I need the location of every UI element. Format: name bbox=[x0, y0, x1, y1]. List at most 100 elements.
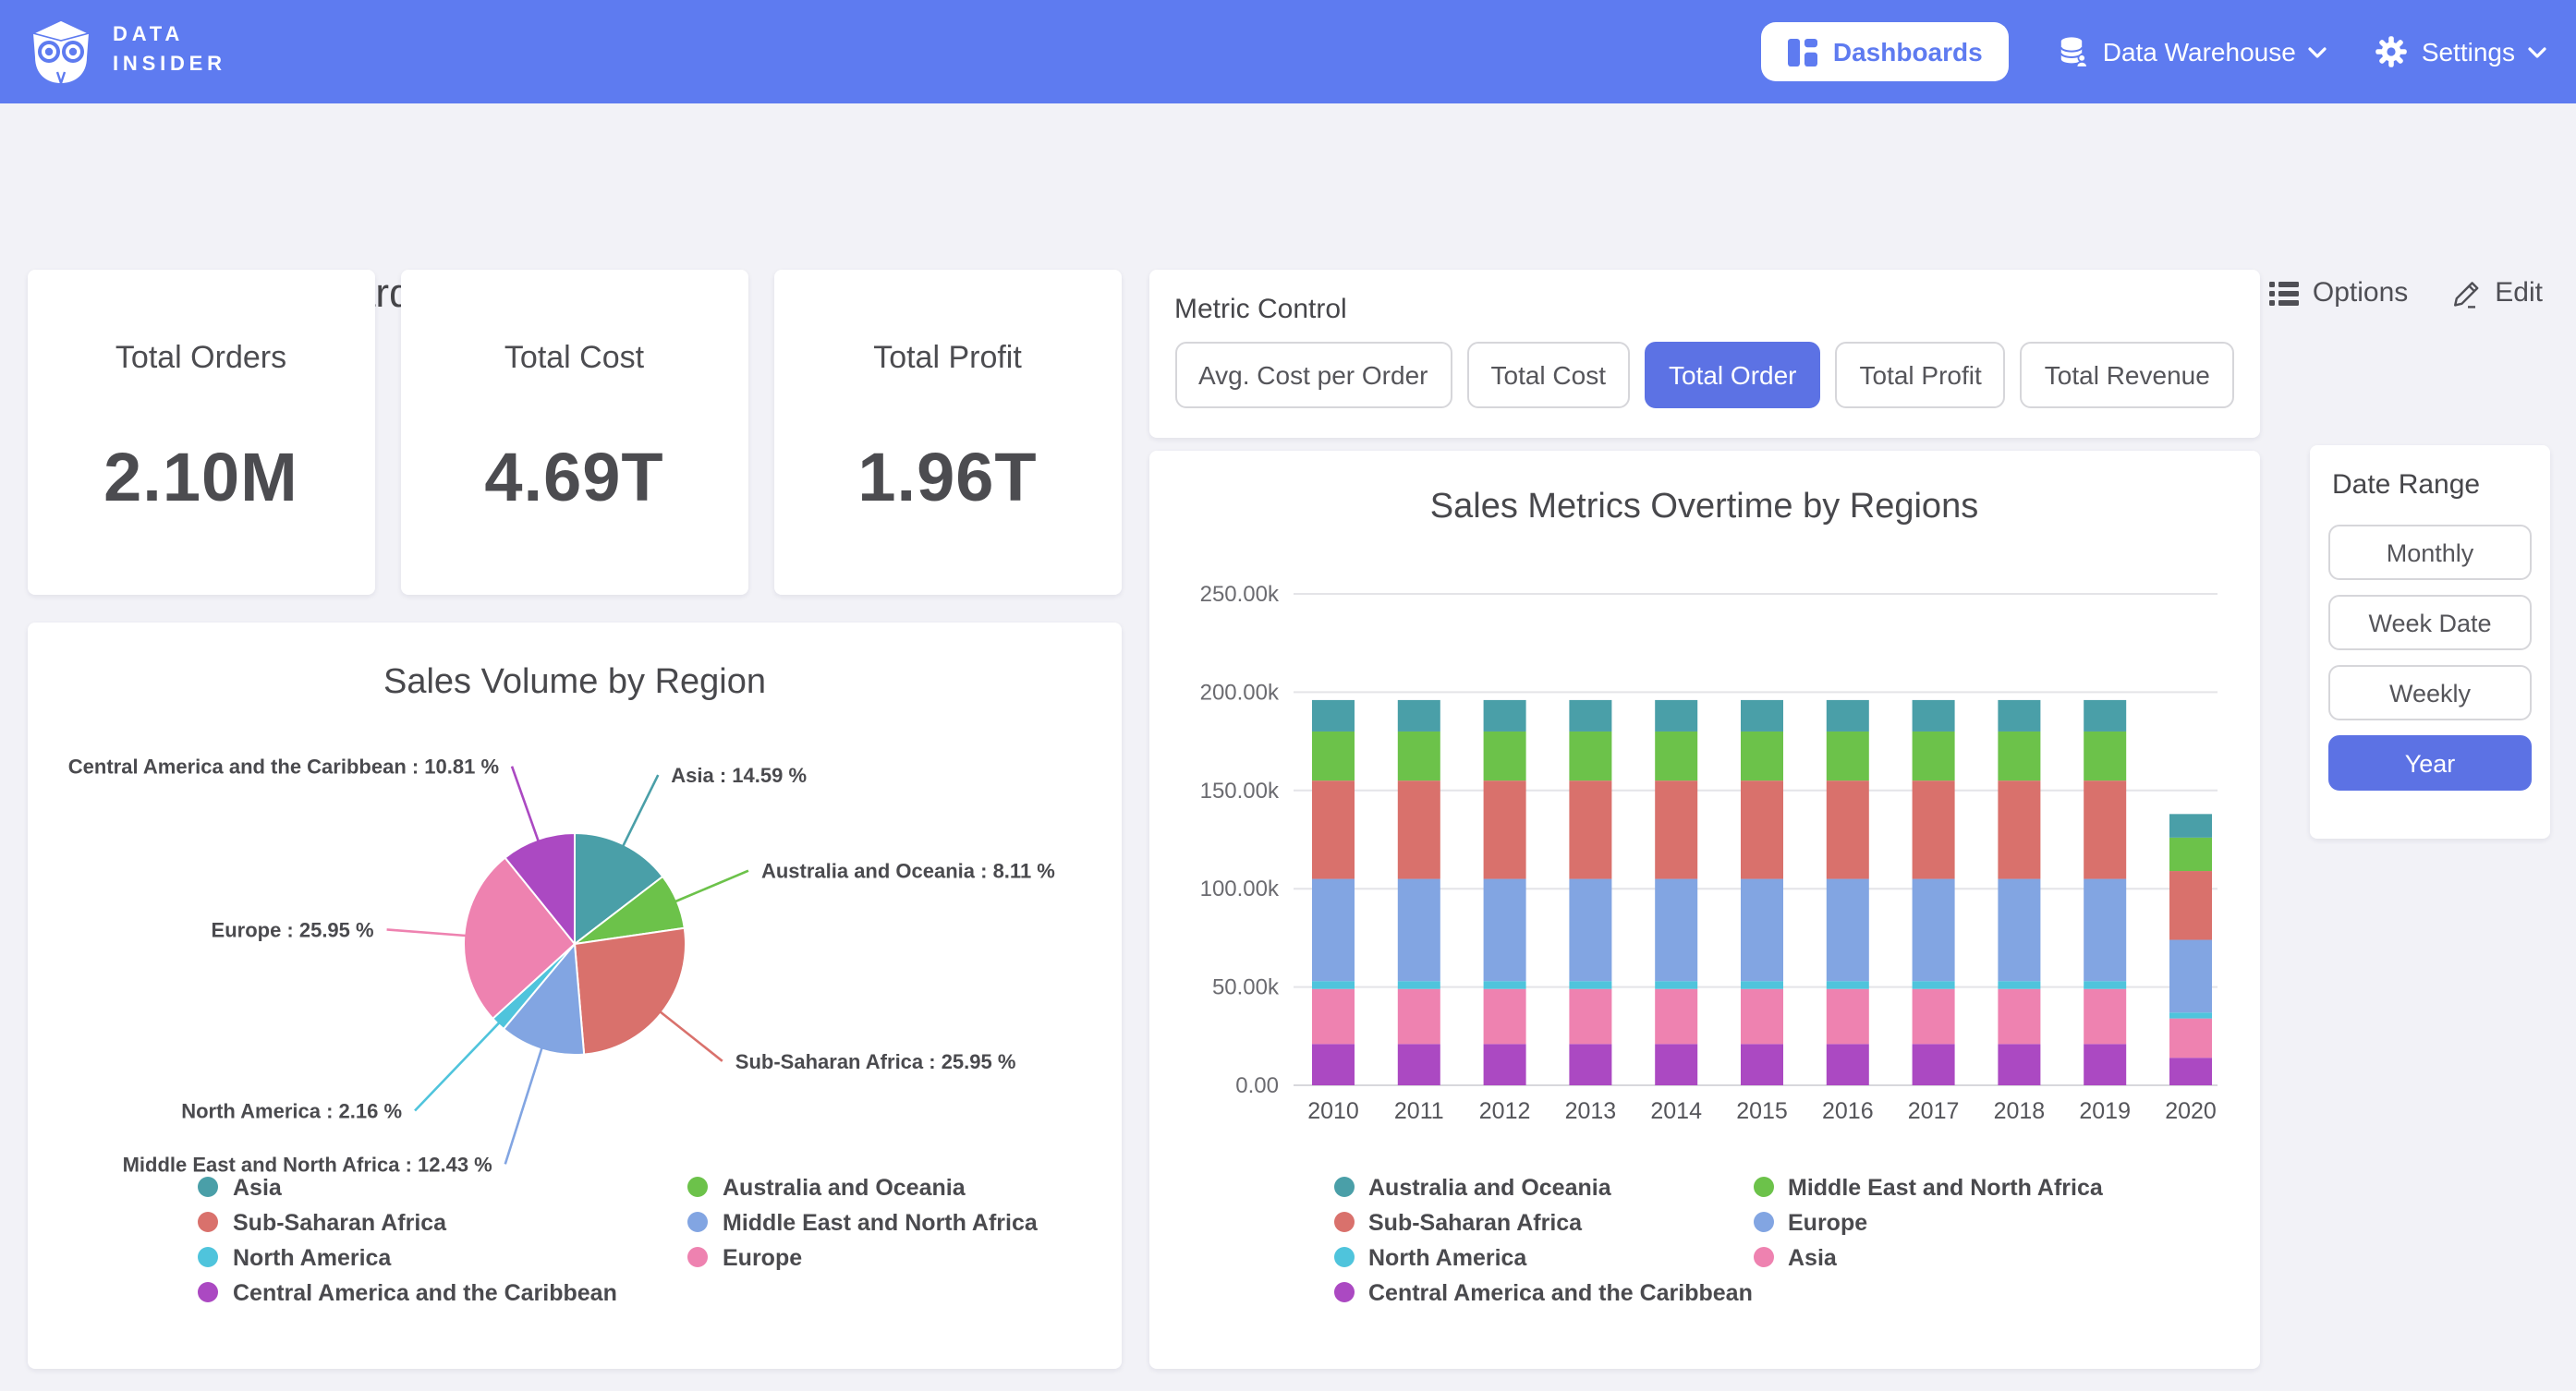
bar-segment[interactable] bbox=[1568, 879, 1610, 982]
bar-segment[interactable] bbox=[1912, 732, 1954, 780]
bar-segment[interactable] bbox=[1826, 1044, 1868, 1085]
bar-segment[interactable] bbox=[2083, 732, 2125, 780]
bar-segment[interactable] bbox=[2083, 981, 2125, 989]
bar-segment[interactable] bbox=[1740, 1044, 1782, 1085]
bar-segment[interactable] bbox=[2083, 700, 2125, 732]
bar-segment[interactable] bbox=[1397, 780, 1440, 878]
bar-segment[interactable] bbox=[1740, 780, 1782, 878]
bar-segment[interactable] bbox=[1654, 1044, 1696, 1085]
bar-segment[interactable] bbox=[1997, 879, 2039, 982]
bar-segment[interactable] bbox=[1311, 879, 1354, 982]
bar-segment[interactable] bbox=[1654, 981, 1696, 989]
legend-item[interactable]: North America bbox=[198, 1240, 617, 1275]
pie-chart[interactable]: Asia : 14.59 %Australia and Oceania : 8.… bbox=[28, 696, 1122, 1177]
bar-segment[interactable] bbox=[1826, 700, 1868, 732]
metric-button-total-cost[interactable]: Total Cost bbox=[1467, 342, 1631, 408]
legend-item[interactable]: Sub-Saharan Africa bbox=[198, 1204, 617, 1240]
bar-segment[interactable] bbox=[1654, 780, 1696, 878]
bar-segment[interactable] bbox=[2169, 940, 2211, 1013]
bar-segment[interactable] bbox=[1997, 732, 2039, 780]
bar-segment[interactable] bbox=[1397, 989, 1440, 1045]
bar-segment[interactable] bbox=[1311, 981, 1354, 989]
bar-chart[interactable]: 0.0050.00k100.00k150.00k200.00k250.00k20… bbox=[1148, 534, 2259, 1153]
bar-segment[interactable] bbox=[1826, 732, 1868, 780]
legend-item[interactable]: Central America and the Caribbean bbox=[1333, 1275, 1753, 1310]
bar-segment[interactable] bbox=[1997, 700, 2039, 732]
bar-segment[interactable] bbox=[2169, 1012, 2211, 1018]
bar-segment[interactable] bbox=[1568, 700, 1610, 732]
bar-segment[interactable] bbox=[1397, 879, 1440, 982]
bar-segment[interactable] bbox=[1912, 1044, 1954, 1085]
bar-segment[interactable] bbox=[1740, 732, 1782, 780]
legend-item[interactable]: Europe bbox=[1753, 1204, 2103, 1240]
nav-data-warehouse[interactable]: Data Warehouse bbox=[2057, 35, 2327, 68]
bar-segment[interactable] bbox=[1483, 732, 1525, 780]
bar-segment[interactable] bbox=[1568, 732, 1610, 780]
nav-settings[interactable]: Settings bbox=[2376, 35, 2546, 68]
nav-dashboards[interactable]: Dashboards bbox=[1761, 22, 2009, 81]
legend-item[interactable]: Middle East and North Africa bbox=[1753, 1169, 2103, 1204]
legend-item[interactable]: Asia bbox=[1753, 1240, 2103, 1275]
bar-segment[interactable] bbox=[1654, 989, 1696, 1045]
bar-segment[interactable] bbox=[1311, 1044, 1354, 1085]
bar-segment[interactable] bbox=[1826, 981, 1868, 989]
bar-segment[interactable] bbox=[1997, 989, 2039, 1045]
bar-segment[interactable] bbox=[1912, 981, 1954, 989]
metric-button-total-order[interactable]: Total Order bbox=[1645, 342, 1821, 408]
bar-segment[interactable] bbox=[1740, 700, 1782, 732]
bar-segment[interactable] bbox=[2169, 838, 2211, 871]
bar-segment[interactable] bbox=[1483, 879, 1525, 982]
bar-segment[interactable] bbox=[1568, 989, 1610, 1045]
date-button-year[interactable]: Year bbox=[2328, 735, 2532, 791]
bar-segment[interactable] bbox=[1397, 732, 1440, 780]
bar-segment[interactable] bbox=[1483, 780, 1525, 878]
bar-segment[interactable] bbox=[1568, 1044, 1610, 1085]
bar-segment[interactable] bbox=[1311, 732, 1354, 780]
bar-segment[interactable] bbox=[2169, 871, 2211, 939]
bar-segment[interactable] bbox=[1311, 989, 1354, 1045]
bar-segment[interactable] bbox=[1997, 1044, 2039, 1085]
bar-segment[interactable] bbox=[1483, 981, 1525, 989]
legend-item[interactable]: Middle East and North Africa bbox=[687, 1204, 1038, 1240]
bar-segment[interactable] bbox=[1654, 732, 1696, 780]
bar-segment[interactable] bbox=[2083, 780, 2125, 878]
metric-button-total-profit[interactable]: Total Profit bbox=[1836, 342, 2006, 408]
bar-segment[interactable] bbox=[1912, 879, 1954, 982]
bar-segment[interactable] bbox=[1483, 1044, 1525, 1085]
legend-item[interactable]: Asia bbox=[198, 1169, 617, 1204]
edit-button[interactable]: Edit bbox=[2452, 277, 2543, 308]
bar-segment[interactable] bbox=[1997, 981, 2039, 989]
bar-segment[interactable] bbox=[1397, 981, 1440, 989]
bar-segment[interactable] bbox=[1397, 700, 1440, 732]
options-button[interactable]: Options bbox=[2270, 277, 2408, 308]
bar-segment[interactable] bbox=[1740, 879, 1782, 982]
bar-segment[interactable] bbox=[2169, 1019, 2211, 1058]
legend-item[interactable]: Europe bbox=[687, 1240, 1038, 1275]
bar-segment[interactable] bbox=[1654, 700, 1696, 732]
bar-segment[interactable] bbox=[1311, 700, 1354, 732]
date-button-week-date[interactable]: Week Date bbox=[2328, 595, 2532, 650]
bar-segment[interactable] bbox=[1568, 780, 1610, 878]
bar-segment[interactable] bbox=[2083, 879, 2125, 982]
bar-segment[interactable] bbox=[1912, 700, 1954, 732]
pie-slice-2[interactable] bbox=[575, 928, 686, 1055]
bar-segment[interactable] bbox=[1826, 989, 1868, 1045]
legend-item[interactable]: Sub-Saharan Africa bbox=[1333, 1204, 1753, 1240]
bar-segment[interactable] bbox=[2169, 1058, 2211, 1085]
bar-segment[interactable] bbox=[2083, 989, 2125, 1045]
bar-segment[interactable] bbox=[1740, 989, 1782, 1045]
bar-segment[interactable] bbox=[1826, 879, 1868, 982]
bar-segment[interactable] bbox=[1826, 780, 1868, 878]
bar-segment[interactable] bbox=[1654, 879, 1696, 982]
date-button-weekly[interactable]: Weekly bbox=[2328, 665, 2532, 720]
legend-item[interactable]: Australia and Oceania bbox=[1333, 1169, 1753, 1204]
legend-item[interactable]: North America bbox=[1333, 1240, 1753, 1275]
bar-segment[interactable] bbox=[1483, 989, 1525, 1045]
bar-segment[interactable] bbox=[1997, 780, 2039, 878]
bar-segment[interactable] bbox=[2083, 1044, 2125, 1085]
bar-segment[interactable] bbox=[1311, 780, 1354, 878]
legend-item[interactable]: Central America and the Caribbean bbox=[198, 1275, 617, 1310]
date-button-monthly[interactable]: Monthly bbox=[2328, 525, 2532, 580]
bar-segment[interactable] bbox=[1568, 981, 1610, 989]
metric-button-avg-cost-per-order[interactable]: Avg. Cost per Order bbox=[1174, 342, 1452, 408]
